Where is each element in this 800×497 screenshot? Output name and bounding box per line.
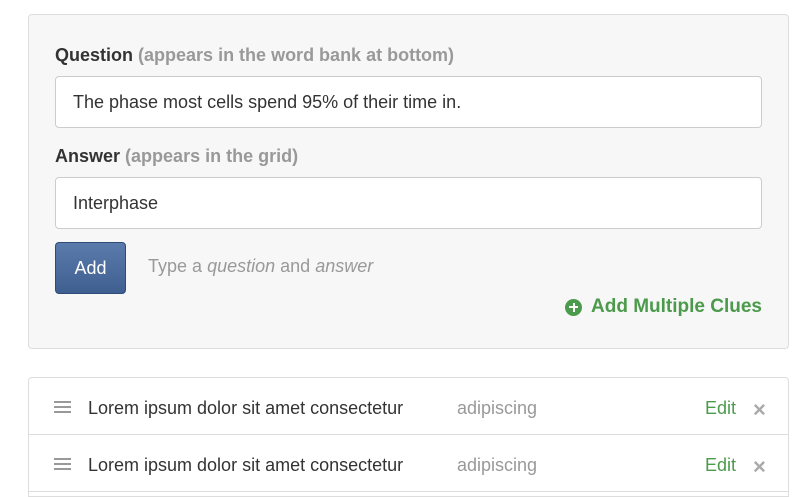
- add-multiple-clues-label: Add Multiple Clues: [591, 296, 762, 317]
- question-label-text: Question: [55, 45, 134, 65]
- close-icon[interactable]: ×: [753, 399, 766, 421]
- add-multiple-clues-link[interactable]: Add Multiple Clues: [565, 296, 762, 318]
- answer-label-text: Answer: [55, 146, 121, 166]
- clue-row: Lorem ipsum dolor sit amet consectetur a…: [29, 378, 788, 435]
- clue-question: Lorem ipsum dolor sit amet consectetur: [88, 455, 404, 475]
- add-button[interactable]: Add: [55, 242, 126, 294]
- clue-row: Lorem ipsum dolor sit amet consectetur a…: [29, 435, 788, 492]
- help-prefix: Type a: [148, 256, 203, 276]
- answer-input[interactable]: [55, 177, 762, 229]
- help-answer-word: answer: [315, 256, 374, 276]
- answer-label: Answer (appears in the grid): [55, 146, 298, 167]
- question-input[interactable]: [55, 76, 762, 128]
- clue-edit-link[interactable]: Edit: [705, 398, 736, 419]
- clue-edit-link[interactable]: Edit: [705, 455, 736, 476]
- add-clue-panel: Question (appears in the word bank at bo…: [28, 14, 789, 349]
- clue-question: Lorem ipsum dolor sit amet consectetur: [88, 398, 404, 418]
- answer-label-hint: (appears in the grid): [125, 146, 299, 166]
- help-question-word: question: [207, 256, 276, 276]
- question-label-hint: (appears in the word bank at bottom): [138, 45, 455, 65]
- help-and: and: [280, 256, 311, 276]
- clue-list: Lorem ipsum dolor sit amet consectetur a…: [28, 377, 789, 497]
- clue-answer: adipiscing: [457, 398, 538, 418]
- question-label: Question (appears in the word bank at bo…: [55, 45, 454, 66]
- drag-handle-icon[interactable]: [54, 401, 71, 413]
- clue-answer: adipiscing: [457, 455, 538, 475]
- drag-handle-icon[interactable]: [54, 458, 71, 470]
- plus-circle-icon: [565, 298, 582, 316]
- close-icon[interactable]: ×: [753, 456, 766, 478]
- help-text: Type a question and answer: [148, 256, 373, 277]
